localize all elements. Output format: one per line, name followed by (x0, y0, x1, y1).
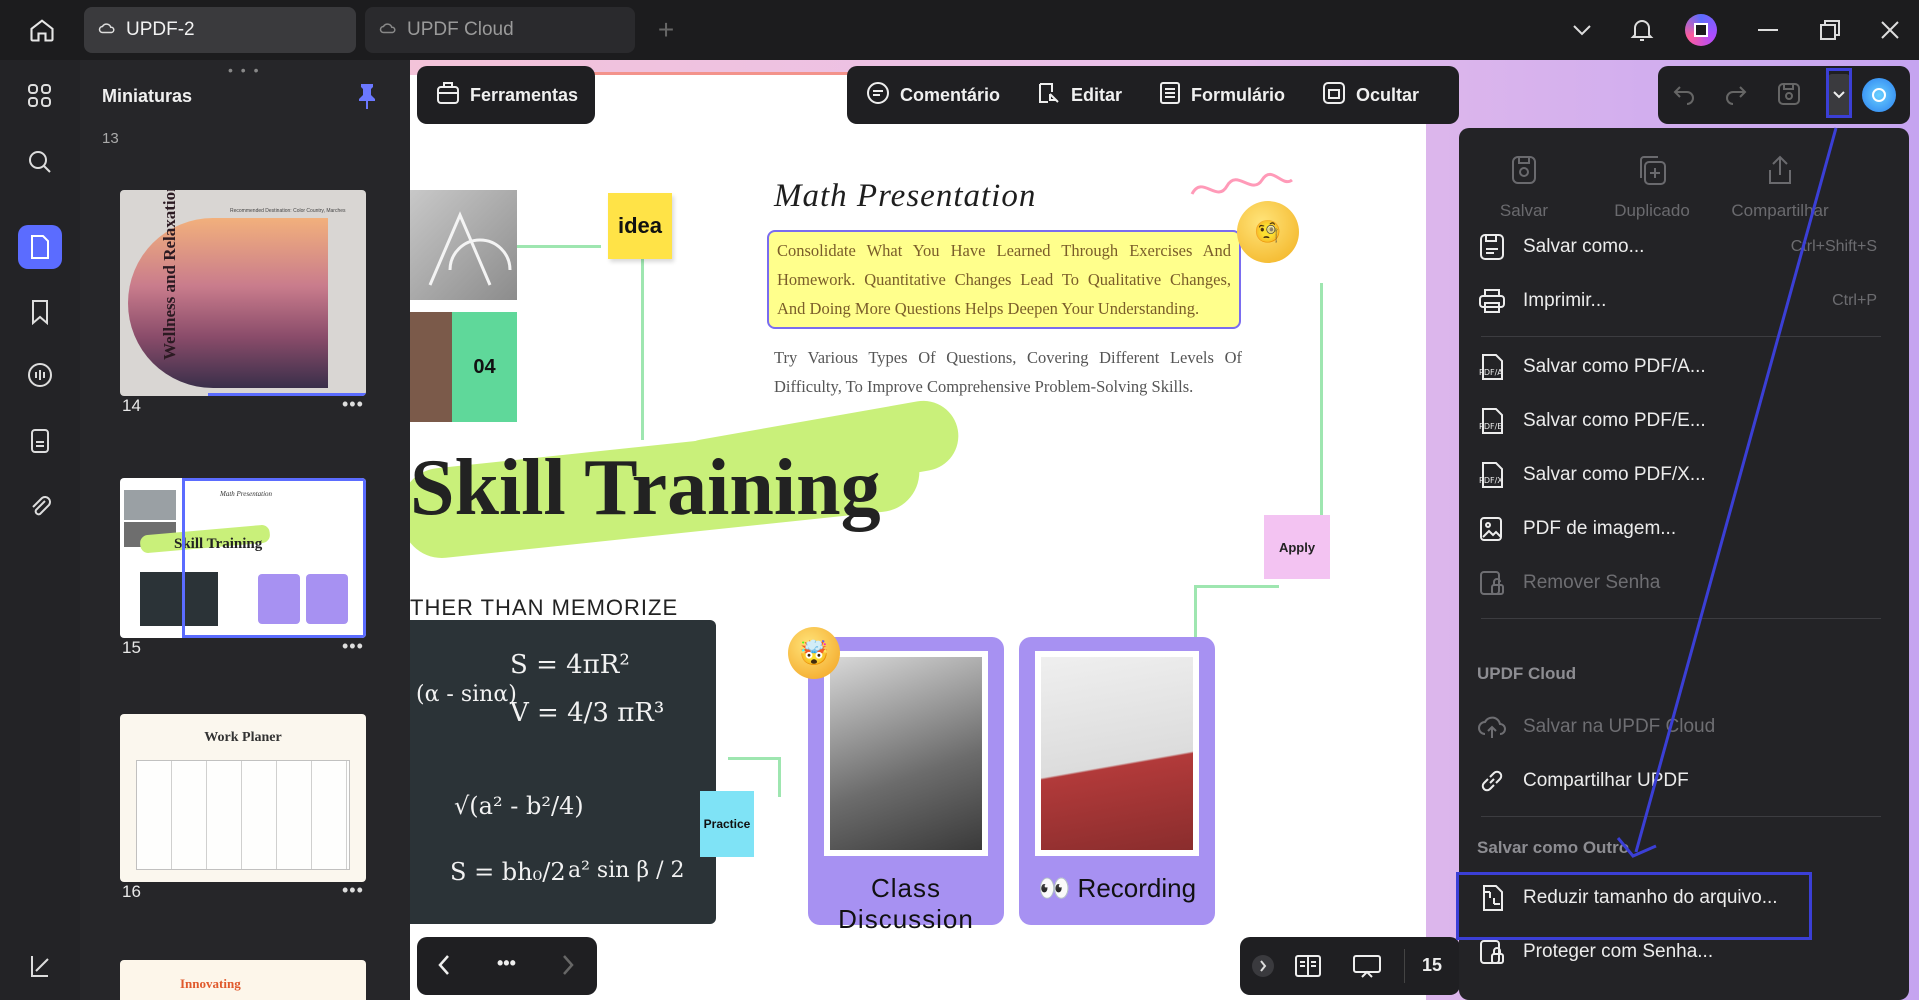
annotation-arrow (1616, 127, 1838, 858)
